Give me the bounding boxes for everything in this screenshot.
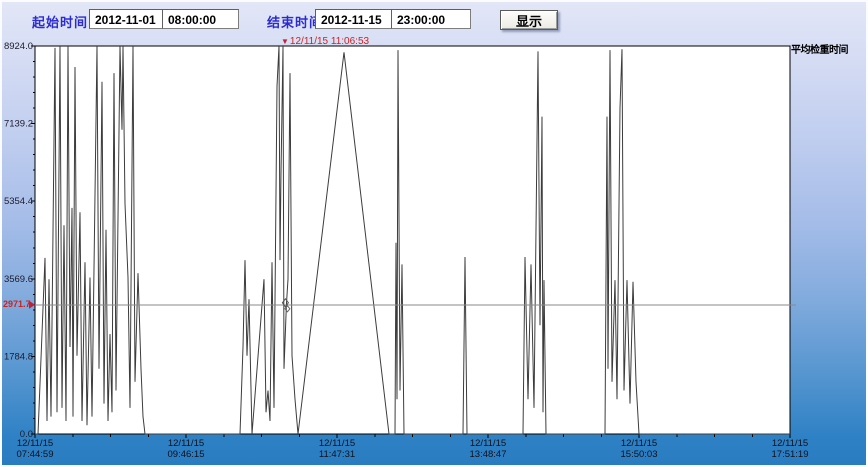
y-tick-label: 3569.6 [4, 274, 33, 285]
x-tick-label-date: 12/11/15 [168, 438, 204, 449]
x-tick-label-time: 11:47:31 [319, 449, 355, 460]
x-tick-label-date: 12/11/15 [772, 438, 808, 449]
plot-area[interactable] [35, 46, 790, 434]
y-tick-label: 7139.2 [4, 119, 33, 130]
x-tick-label-time: 07:44:59 [17, 449, 54, 460]
x-tick-label-date: 12/11/15 [319, 438, 355, 449]
average-value-label: 2971.7 [3, 299, 30, 309]
x-tick-label-date: 12/11/15 [621, 438, 657, 449]
y-tick-label: 5354.4 [4, 196, 33, 207]
spike-chart: 8924.07139.25354.43569.61784.80.012/11/1… [2, 2, 868, 467]
marker-triangle-icon: ▼ [281, 37, 289, 46]
app-window: 起始时间 结束时间 显示 8924.07139.25354.43569.6178… [0, 0, 868, 467]
average-legend-label: 平均检重时间 [791, 41, 868, 56]
marker-annotation-text: 12/11/15 11:06:53 [290, 37, 369, 47]
x-tick-label-time: 13:48:47 [470, 449, 507, 460]
marker-annotation: ▼ 12/11/15 11:06:53 [281, 37, 369, 47]
x-tick-label-time: 15:50:03 [621, 449, 658, 460]
y-tick-label: 1784.8 [4, 351, 33, 362]
y-tick-label: 8924.0 [4, 41, 33, 52]
x-tick-label-time: 09:46:15 [168, 449, 205, 460]
x-tick-label-date: 12/11/15 [17, 438, 53, 449]
x-tick-label-time: 17:51:19 [772, 449, 809, 460]
x-tick-label-date: 12/11/15 [470, 438, 506, 449]
